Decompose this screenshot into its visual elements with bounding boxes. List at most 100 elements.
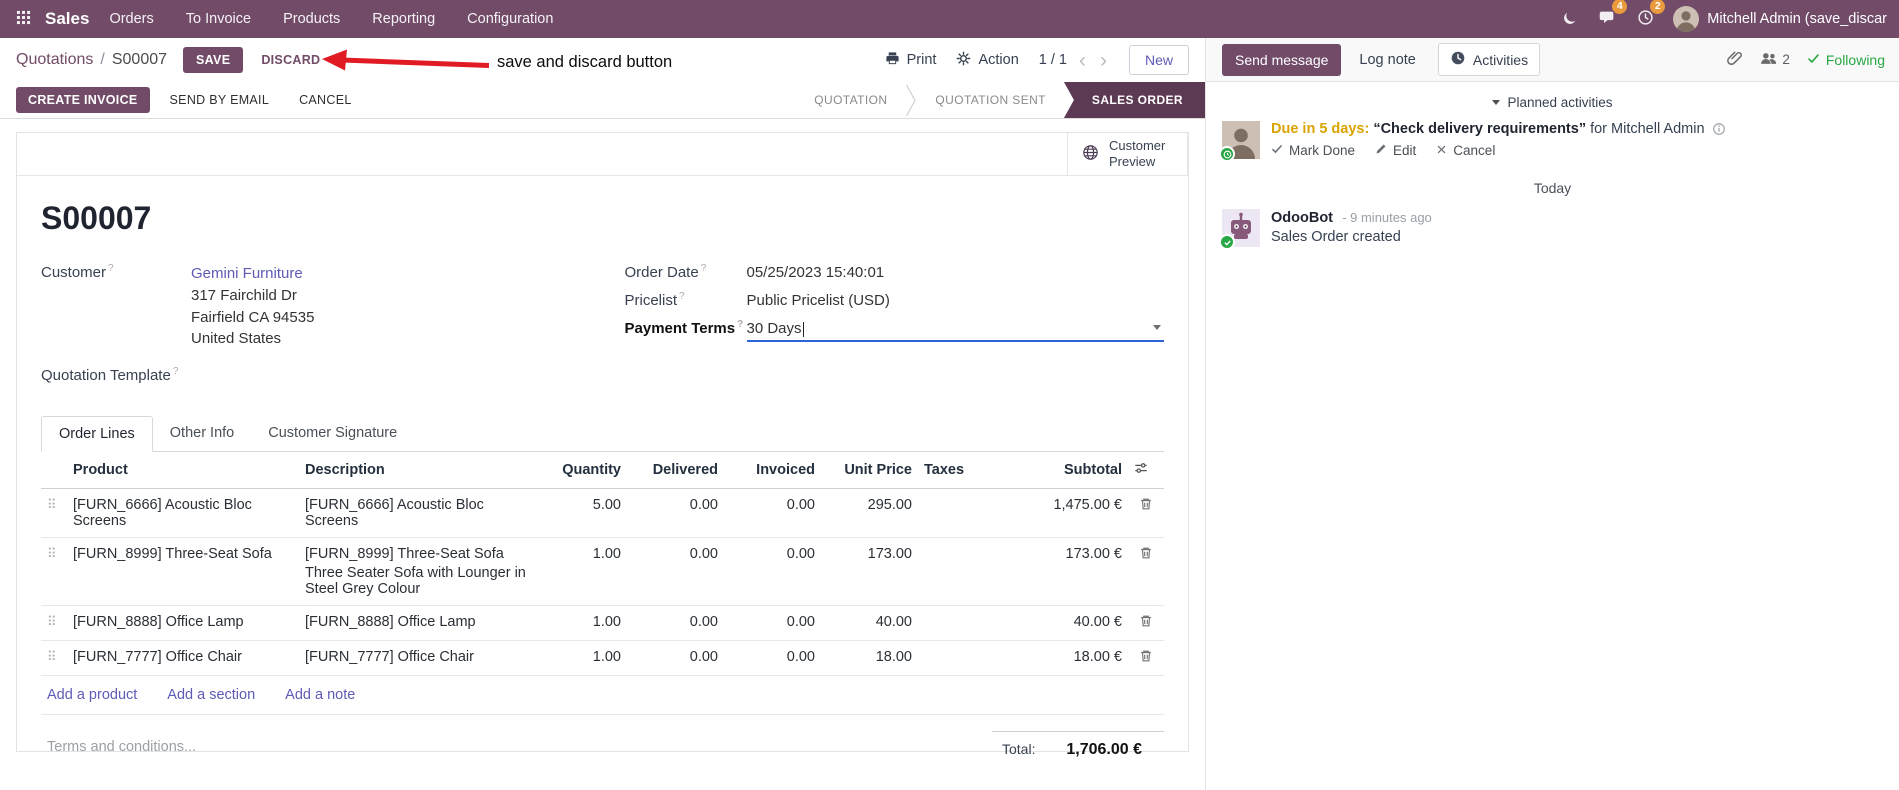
cancel-activity-button[interactable]: Cancel [1436, 143, 1495, 158]
cell-taxes[interactable] [918, 640, 982, 676]
nav-item-orders[interactable]: Orders [109, 11, 153, 27]
delete-row-button[interactable] [1128, 488, 1164, 538]
dark-mode-toggle[interactable] [1560, 8, 1580, 31]
cell-product[interactable]: [FURN_6666] Acoustic Bloc Screens [67, 488, 299, 538]
edit-activity-button[interactable]: Edit [1375, 143, 1416, 158]
step-sales-order[interactable]: SALES ORDER [1063, 82, 1205, 118]
col-taxes[interactable]: Taxes [918, 452, 982, 489]
trash-icon [1139, 615, 1153, 632]
log-note-button[interactable]: Log note [1359, 52, 1415, 68]
tab-customer-signature[interactable]: Customer Signature [251, 416, 414, 451]
cell-taxes[interactable] [918, 488, 982, 538]
cell-description[interactable]: [FURN_7777] Office Chair [299, 640, 539, 676]
mark-done-button[interactable]: Mark Done [1271, 143, 1355, 158]
cell-quantity[interactable]: 1.00 [539, 537, 627, 606]
pager-previous-icon[interactable]: ‹ [1077, 50, 1088, 71]
cancel-button[interactable]: CANCEL [289, 87, 362, 113]
help-icon: ? [737, 319, 744, 330]
cell-unit-price[interactable]: 18.00 [821, 640, 918, 676]
cell-product[interactable]: [FURN_8999] Three-Seat Sofa [67, 537, 299, 606]
cell-quantity[interactable]: 1.00 [539, 605, 627, 641]
delete-row-button[interactable] [1128, 640, 1164, 676]
user-menu[interactable]: Mitchell Admin (save_discar [1673, 6, 1887, 32]
pager-next-icon[interactable]: › [1098, 50, 1109, 71]
quotation-template-field[interactable]: Quotation Template? [41, 366, 581, 384]
app-brand[interactable]: Sales [45, 9, 89, 29]
cell-description[interactable]: [FURN_8888] Office Lamp [299, 605, 539, 641]
message-author[interactable]: OdooBot [1271, 210, 1333, 226]
customer-preview-button[interactable]: Customer Preview [1067, 133, 1188, 175]
discard-button[interactable]: DISCARD [253, 47, 328, 73]
col-product[interactable]: Product [67, 452, 299, 489]
add-a-section-link[interactable]: Add a section [167, 687, 255, 703]
terms-and-conditions-placeholder[interactable]: Terms and conditions... [41, 739, 196, 755]
cell-unit-price[interactable]: 295.00 [821, 488, 918, 538]
nav-item-reporting[interactable]: Reporting [372, 11, 435, 27]
col-unit-price[interactable]: Unit Price [821, 452, 918, 489]
pricelist-value[interactable]: Public Pricelist (USD) [747, 292, 890, 309]
create-invoice-button[interactable]: CREATE INVOICE [16, 87, 150, 113]
info-icon[interactable] [1712, 122, 1726, 136]
apps-menu-button[interactable] [12, 6, 35, 32]
drag-handle-icon[interactable]: ⠿ [47, 614, 57, 629]
dropdown-caret-icon[interactable] [1153, 325, 1161, 330]
followers-button[interactable]: 2 [1760, 51, 1790, 69]
following-button[interactable]: Following [1807, 52, 1885, 68]
planned-activities-toggle[interactable]: Planned activities [1206, 95, 1899, 110]
cell-delivered[interactable]: 0.00 [627, 537, 724, 606]
col-subtotal[interactable]: Subtotal [982, 452, 1128, 489]
cell-product[interactable]: [FURN_7777] Office Chair [67, 640, 299, 676]
cell-unit-price[interactable]: 40.00 [821, 605, 918, 641]
nav-item-products[interactable]: Products [283, 11, 340, 27]
cell-invoiced[interactable]: 0.00 [724, 640, 821, 676]
cell-quantity[interactable]: 1.00 [539, 640, 627, 676]
payment-terms-input[interactable]: 30 Days [746, 320, 1164, 342]
cell-invoiced[interactable]: 0.00 [724, 605, 821, 641]
pager-value[interactable]: 1 / 1 [1039, 52, 1067, 68]
cell-quantity[interactable]: 5.00 [539, 488, 627, 538]
col-quantity[interactable]: Quantity [539, 452, 627, 489]
cell-delivered[interactable]: 0.00 [627, 488, 724, 538]
add-a-product-link[interactable]: Add a product [47, 687, 137, 703]
action-button[interactable]: Action [956, 51, 1019, 70]
delete-row-button[interactable] [1128, 537, 1164, 606]
add-a-note-link[interactable]: Add a note [285, 687, 355, 703]
step-quotation[interactable]: QUOTATION [796, 82, 905, 118]
cell-taxes[interactable] [918, 537, 982, 606]
optional-columns-button[interactable] [1128, 452, 1164, 489]
messages-button[interactable]: 4 [1597, 0, 1628, 31]
col-delivered[interactable]: Delivered [627, 452, 724, 489]
cell-product[interactable]: [FURN_8888] Office Lamp [67, 605, 299, 641]
cell-invoiced[interactable]: 0.00 [724, 537, 821, 606]
activities-nav-button[interactable]: 2 [1635, 0, 1666, 31]
activities-tab-button[interactable]: Activities [1437, 43, 1541, 76]
attachments-button[interactable] [1727, 50, 1743, 69]
new-button[interactable]: New [1128, 45, 1189, 75]
save-button[interactable]: SAVE [183, 47, 244, 73]
tab-order-lines[interactable]: Order Lines [41, 416, 153, 452]
customer-name-link[interactable]: Gemini Furniture [191, 265, 303, 282]
nav-item-configuration[interactable]: Configuration [467, 11, 553, 27]
tab-other-info[interactable]: Other Info [153, 416, 251, 451]
cell-invoiced[interactable]: 0.00 [724, 488, 821, 538]
x-icon [1436, 143, 1447, 158]
delete-row-button[interactable] [1128, 605, 1164, 641]
order-date-value[interactable]: 05/25/2023 15:40:01 [747, 264, 885, 281]
cell-delivered[interactable]: 0.00 [627, 640, 724, 676]
cell-description[interactable]: [FURN_6666] Acoustic Bloc Screens [299, 488, 539, 538]
nav-item-to-invoice[interactable]: To Invoice [186, 11, 251, 27]
step-quotation-sent[interactable]: QUOTATION SENT [917, 82, 1064, 118]
send-message-button[interactable]: Send message [1222, 43, 1342, 76]
cell-delivered[interactable]: 0.00 [627, 605, 724, 641]
drag-handle-icon[interactable]: ⠿ [47, 497, 57, 512]
drag-handle-icon[interactable]: ⠿ [47, 546, 57, 561]
breadcrumb-quotations-link[interactable]: Quotations [16, 51, 93, 69]
send-by-email-button[interactable]: SEND BY EMAIL [160, 87, 280, 113]
print-button[interactable]: Print [885, 51, 936, 70]
cell-unit-price[interactable]: 173.00 [821, 537, 918, 606]
col-invoiced[interactable]: Invoiced [724, 452, 821, 489]
drag-handle-icon[interactable]: ⠿ [47, 649, 57, 664]
cell-taxes[interactable] [918, 605, 982, 641]
col-description[interactable]: Description [299, 452, 539, 489]
cell-description[interactable]: [FURN_8999] Three-Seat Sofa Three Seater… [299, 537, 539, 606]
